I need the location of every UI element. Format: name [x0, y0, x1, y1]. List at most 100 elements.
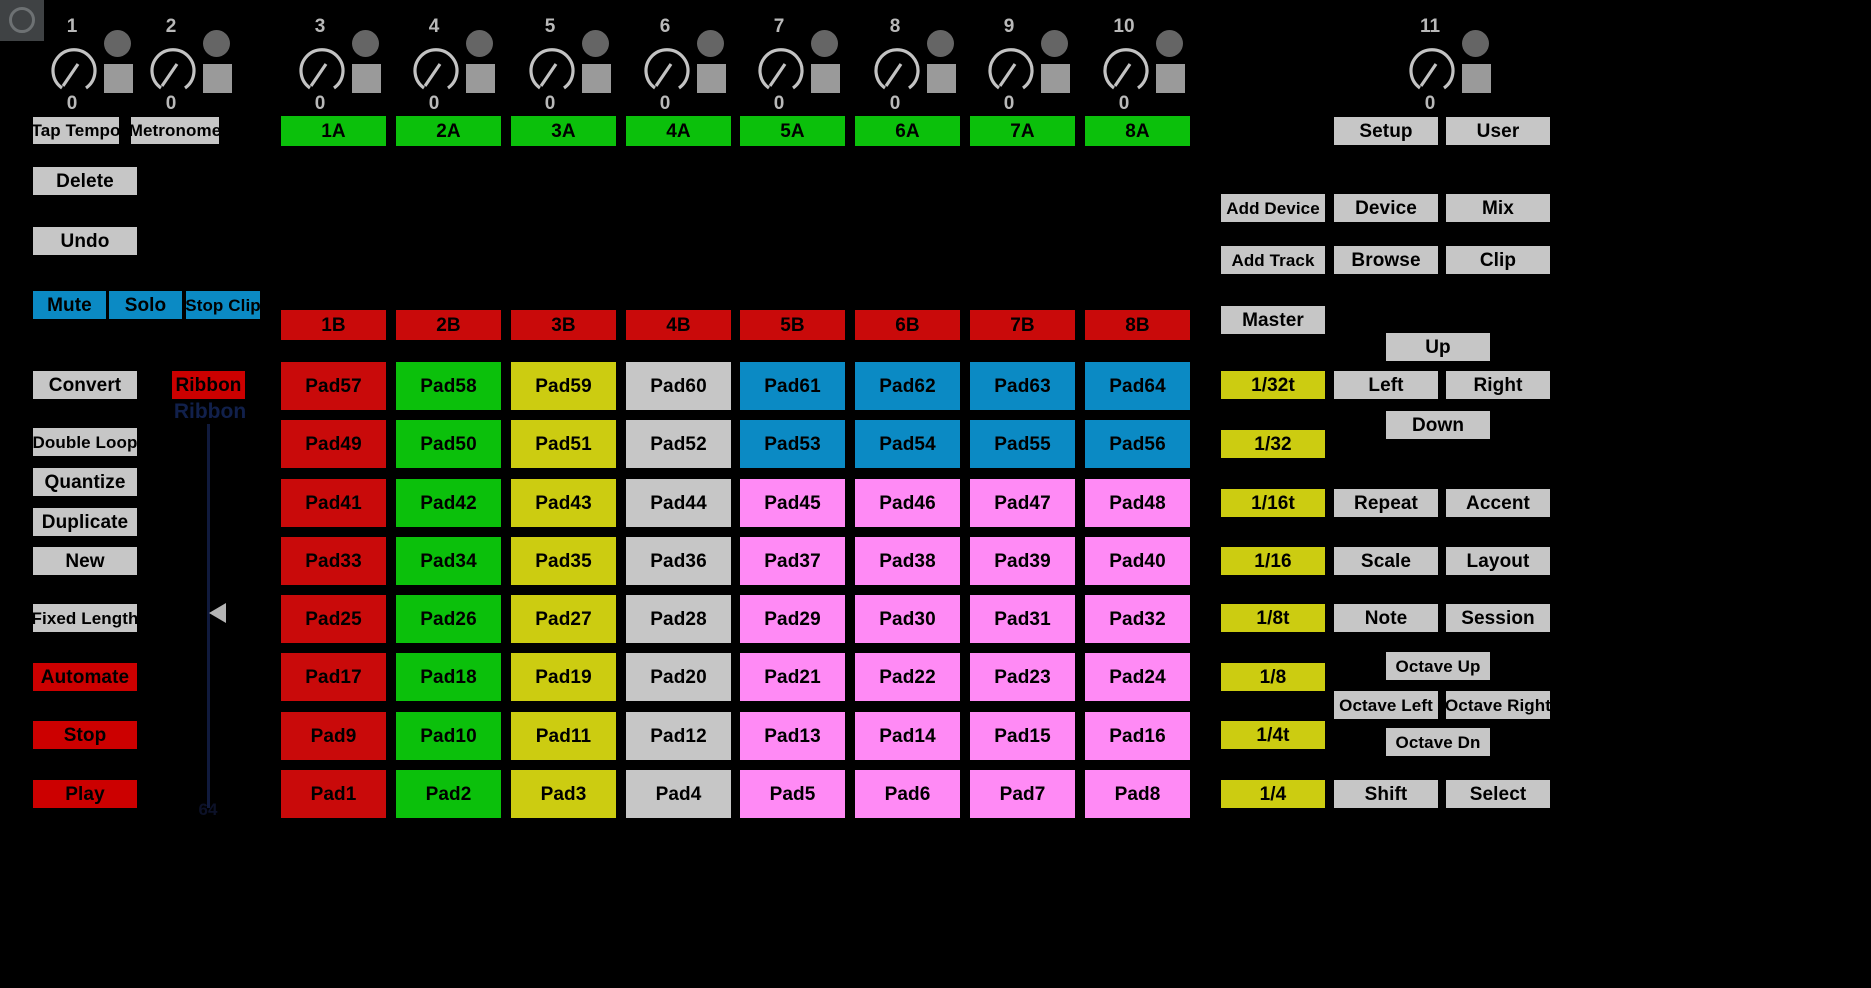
pad-pad55[interactable]: Pad55	[970, 420, 1075, 468]
pad-pad10[interactable]: Pad10	[396, 712, 501, 760]
quantize-value-button-1[interactable]: 1/32	[1221, 430, 1325, 458]
pad-pad52[interactable]: Pad52	[626, 420, 731, 468]
ribbon-slider-handle[interactable]	[209, 603, 226, 623]
knob-module-8[interactable]: 80	[853, 16, 973, 116]
scale-button[interactable]: Scale	[1334, 547, 1438, 575]
pad-pad50[interactable]: Pad50	[396, 420, 501, 468]
master-button[interactable]: Master	[1221, 306, 1325, 334]
pad-pad37[interactable]: Pad37	[740, 537, 845, 585]
convert-button[interactable]: Convert	[33, 371, 137, 399]
knob-touch-circle-icon[interactable]	[1156, 30, 1183, 57]
knob-touch-circle-icon[interactable]	[352, 30, 379, 57]
select-button[interactable]: Select	[1446, 780, 1550, 808]
knob-square-button[interactable]	[1156, 64, 1185, 93]
knob-touch-circle-icon[interactable]	[1462, 30, 1489, 57]
knob-module-2[interactable]: 20	[129, 16, 249, 116]
knob-touch-circle-icon[interactable]	[811, 30, 838, 57]
knob-dial-icon[interactable]	[1100, 38, 1152, 94]
pad-pad60[interactable]: Pad60	[626, 362, 731, 410]
pad-pad62[interactable]: Pad62	[855, 362, 960, 410]
quantize-value-button-2[interactable]: 1/16t	[1221, 489, 1325, 517]
pad-pad31[interactable]: Pad31	[970, 595, 1075, 643]
knob-dial-icon[interactable]	[526, 38, 578, 94]
pad-pad2[interactable]: Pad2	[396, 770, 501, 818]
pad-pad15[interactable]: Pad15	[970, 712, 1075, 760]
pad-pad14[interactable]: Pad14	[855, 712, 960, 760]
scene-button-b-1[interactable]: 1B	[281, 310, 386, 340]
pad-pad48[interactable]: Pad48	[1085, 479, 1190, 527]
mix-button[interactable]: Mix	[1446, 194, 1550, 222]
mute-button[interactable]: Mute	[33, 291, 106, 319]
solo-button[interactable]: Solo	[109, 291, 182, 319]
pad-pad9[interactable]: Pad9	[281, 712, 386, 760]
knob-square-button[interactable]	[466, 64, 495, 93]
add-device-button[interactable]: Add Device	[1221, 194, 1325, 222]
pad-pad58[interactable]: Pad58	[396, 362, 501, 410]
quantize-value-button-5[interactable]: 1/8	[1221, 663, 1325, 691]
scene-button-a-8[interactable]: 8A	[1085, 116, 1190, 146]
knob-square-button[interactable]	[1041, 64, 1070, 93]
pad-pad46[interactable]: Pad46	[855, 479, 960, 527]
scene-button-a-6[interactable]: 6A	[855, 116, 960, 146]
pad-pad16[interactable]: Pad16	[1085, 712, 1190, 760]
double-loop-button[interactable]: Double Loop	[33, 428, 137, 456]
knob-dial-icon[interactable]	[48, 38, 100, 94]
pad-pad39[interactable]: Pad39	[970, 537, 1075, 585]
scene-button-a-2[interactable]: 2A	[396, 116, 501, 146]
session-button[interactable]: Session	[1446, 604, 1550, 632]
pad-pad19[interactable]: Pad19	[511, 653, 616, 701]
play-button[interactable]: Play	[33, 780, 137, 808]
right-button[interactable]: Right	[1446, 371, 1550, 399]
delete-button[interactable]: Delete	[33, 167, 137, 195]
pad-pad3[interactable]: Pad3	[511, 770, 616, 818]
scene-button-b-6[interactable]: 6B	[855, 310, 960, 340]
knob-dial-icon[interactable]	[147, 38, 199, 94]
pad-pad47[interactable]: Pad47	[970, 479, 1075, 527]
knob-touch-circle-icon[interactable]	[927, 30, 954, 57]
knob-square-button[interactable]	[203, 64, 232, 93]
new-button[interactable]: New	[33, 547, 137, 575]
pad-pad61[interactable]: Pad61	[740, 362, 845, 410]
knob-module-9[interactable]: 90	[967, 16, 1087, 116]
scene-button-a-4[interactable]: 4A	[626, 116, 731, 146]
pad-pad38[interactable]: Pad38	[855, 537, 960, 585]
undo-button[interactable]: Undo	[33, 227, 137, 255]
knob-dial-icon[interactable]	[985, 38, 1037, 94]
pad-pad25[interactable]: Pad25	[281, 595, 386, 643]
left-button[interactable]: Left	[1334, 371, 1438, 399]
octave-right-button[interactable]: Octave Right	[1445, 691, 1551, 719]
pad-pad57[interactable]: Pad57	[281, 362, 386, 410]
scene-button-a-5[interactable]: 5A	[740, 116, 845, 146]
tap-tempo-button[interactable]: Tap Tempo	[31, 117, 120, 144]
quantize-value-button-7[interactable]: 1/4	[1221, 780, 1325, 808]
knob-square-button[interactable]	[582, 64, 611, 93]
pad-pad33[interactable]: Pad33	[281, 537, 386, 585]
device-button[interactable]: Device	[1334, 194, 1438, 222]
knob-touch-circle-icon[interactable]	[1041, 30, 1068, 57]
pad-pad1[interactable]: Pad1	[281, 770, 386, 818]
duplicate-button[interactable]: Duplicate	[33, 508, 137, 536]
knob-touch-circle-icon[interactable]	[104, 30, 131, 57]
down-button[interactable]: Down	[1386, 411, 1490, 439]
pad-pad4[interactable]: Pad4	[626, 770, 731, 818]
knob-module-3[interactable]: 30	[278, 16, 398, 116]
knob-module-10[interactable]: 10 0	[1082, 16, 1202, 116]
pad-pad8[interactable]: Pad8	[1085, 770, 1190, 818]
knob-square-button[interactable]	[697, 64, 726, 93]
pad-pad26[interactable]: Pad26	[396, 595, 501, 643]
user-button[interactable]: User	[1446, 117, 1550, 145]
pad-pad40[interactable]: Pad40	[1085, 537, 1190, 585]
knob-dial-icon[interactable]	[1406, 38, 1458, 94]
knob-module-7[interactable]: 70	[737, 16, 857, 116]
pad-pad22[interactable]: Pad22	[855, 653, 960, 701]
pad-pad45[interactable]: Pad45	[740, 479, 845, 527]
knob-square-button[interactable]	[927, 64, 956, 93]
pad-pad21[interactable]: Pad21	[740, 653, 845, 701]
knob-dial-icon[interactable]	[641, 38, 693, 94]
knob-square-button[interactable]	[352, 64, 381, 93]
pad-pad28[interactable]: Pad28	[626, 595, 731, 643]
fixed-length-button[interactable]: Fixed Length	[32, 604, 138, 632]
pad-pad41[interactable]: Pad41	[281, 479, 386, 527]
quantize-value-button-6[interactable]: 1/4t	[1221, 721, 1325, 749]
pad-pad18[interactable]: Pad18	[396, 653, 501, 701]
